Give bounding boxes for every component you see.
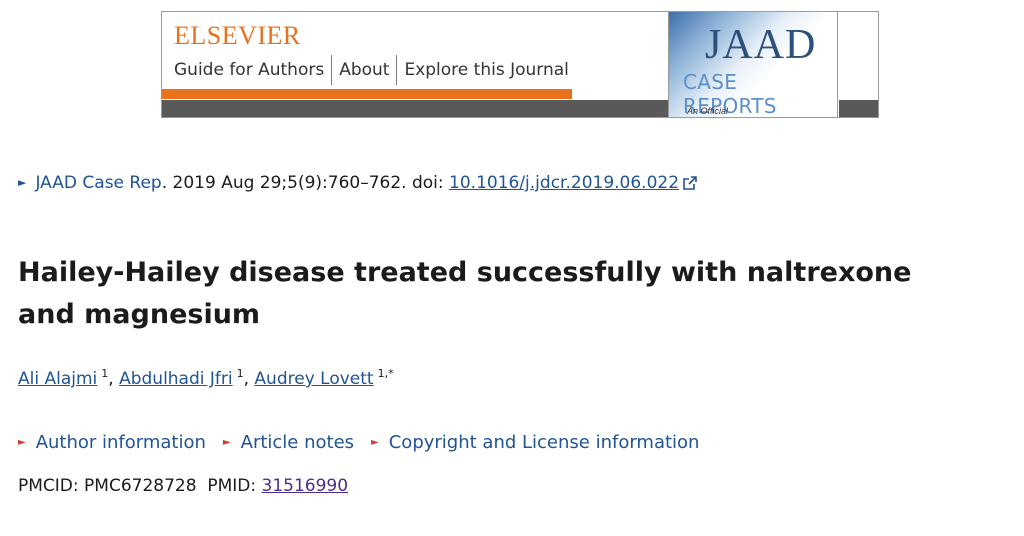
caret-right-icon: ► <box>18 176 27 189</box>
toggle-label: Copyright and License information <box>388 432 700 453</box>
toggle-author-information[interactable]: ► Author information <box>18 432 206 453</box>
article-info-toggles: ► Author information ► Article notes ► Copy… <box>18 432 699 453</box>
pmcid-label: PMCID: <box>18 476 85 496</box>
author-separator: , <box>243 369 255 389</box>
caret-right-icon: ► <box>222 437 231 448</box>
nav-explore-journal[interactable]: Explore this Journal <box>397 56 575 84</box>
toggle-article-notes[interactable]: ► Article notes <box>223 432 354 453</box>
doi-link[interactable]: 10.1016/j.jdcr.2019.06.022 <box>449 173 679 193</box>
toggle-label: Author information <box>35 432 206 453</box>
nav-guide-for-authors[interactable]: Guide for Authors <box>162 56 331 84</box>
journal-link[interactable]: JAAD Case Rep <box>35 173 161 193</box>
nav-about[interactable]: About <box>332 56 396 84</box>
banner-footer-bar <box>162 100 668 117</box>
author-link[interactable]: Ali Alajmi <box>18 369 97 389</box>
caret-right-icon: ► <box>371 437 379 448</box>
affiliation-marker[interactable]: 1 <box>237 367 244 380</box>
journal-cover-image[interactable]: JAAD CASE REPORTS An Official <box>668 12 838 117</box>
affiliation-marker[interactable]: 1,* <box>378 367 394 380</box>
journal-title: JAAD <box>705 22 817 68</box>
author-separator: , <box>108 369 120 389</box>
author-link[interactable]: Audrey Lovett <box>254 369 373 389</box>
toggle-copyright-license[interactable]: ► Copyright and License information <box>371 432 699 453</box>
author-list: Ali Alajmi 1, Abdulhadi Jfri 1, Audrey Lov… <box>18 367 394 389</box>
pmid-label: PMID: <box>207 476 262 496</box>
journal-banner: ELSEVIER Guide for Authors About Explore… <box>161 11 879 118</box>
external-link-icon[interactable] <box>683 175 697 195</box>
pmid-link[interactable]: 31516990 <box>262 476 349 496</box>
toggle-label: Article notes <box>240 432 355 453</box>
journal-tagline: An Official <box>687 106 729 116</box>
article-title: Hailey-Hailey disease treated successful… <box>18 257 912 330</box>
citation-line: ► JAAD Case Rep. 2019 Aug 29;5(9):760–762… <box>18 173 697 195</box>
caret-right-icon: ► <box>18 437 26 448</box>
author-link[interactable]: Abdulhadi Jfri <box>119 369 233 389</box>
elsevier-logo[interactable]: ELSEVIER <box>174 21 301 51</box>
pmcid-value: PMC6728728 <box>84 476 197 496</box>
banner-footer-bar-right <box>839 100 878 117</box>
banner-accent-bar <box>162 89 572 99</box>
article-identifiers: PMCID: PMC6728728 PMID: 31516990 <box>18 476 348 496</box>
banner-nav: Guide for Authors About Explore this Jou… <box>162 55 576 85</box>
citation-details: . 2019 Aug 29;5(9):760–762. doi: <box>161 173 450 193</box>
